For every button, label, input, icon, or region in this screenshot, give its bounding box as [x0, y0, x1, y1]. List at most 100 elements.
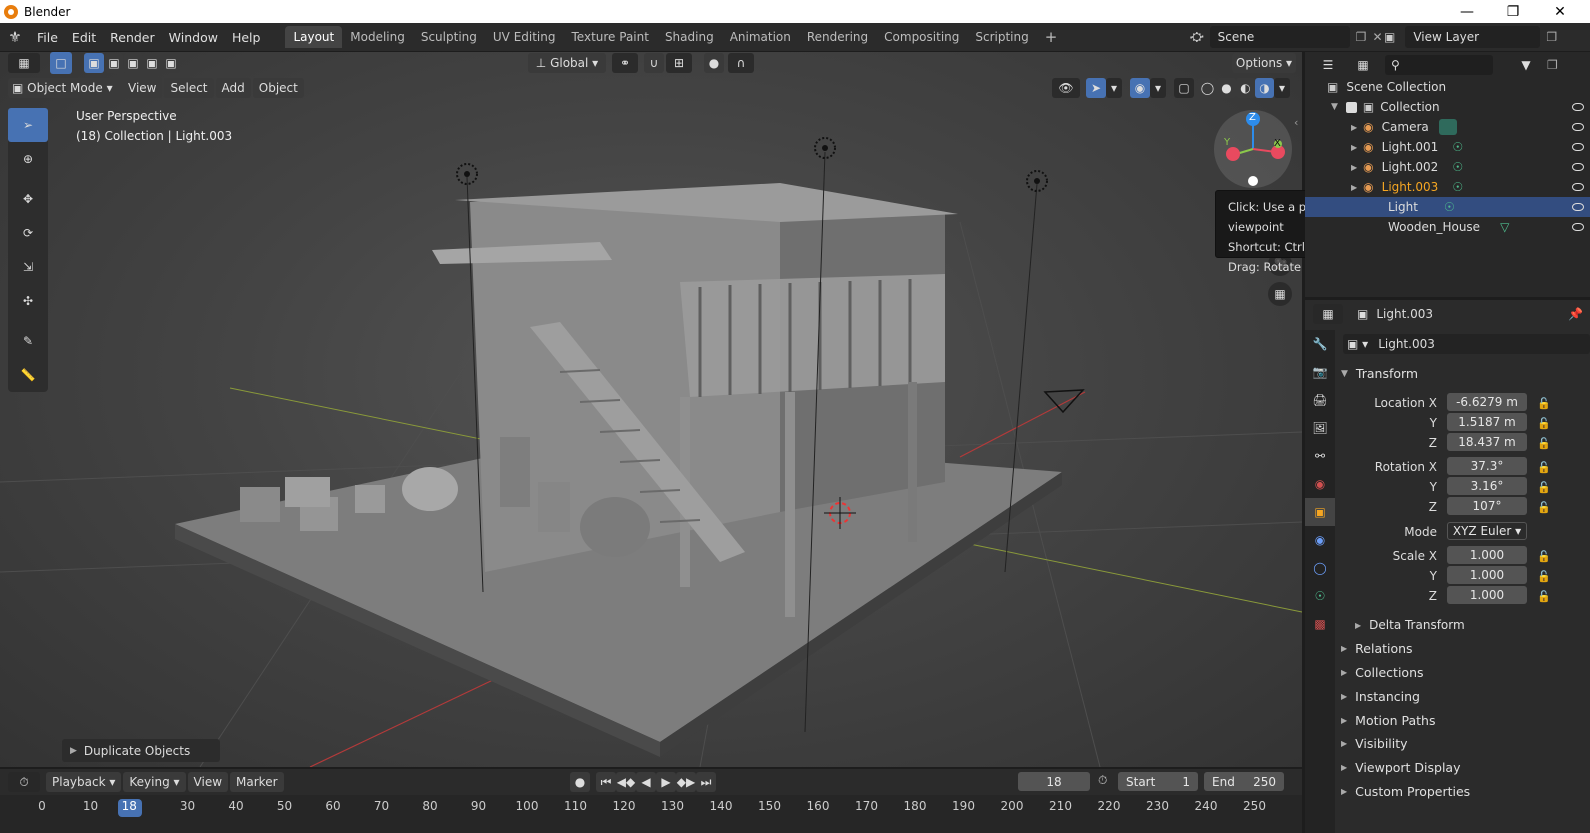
menu-render[interactable]: Render	[103, 30, 162, 45]
rotate-tool-icon[interactable]: ⟳	[8, 216, 48, 250]
menu-file[interactable]: File	[30, 30, 65, 45]
scale-x-field[interactable]: 1.000	[1447, 546, 1527, 564]
menu-playback[interactable]: Playback ▾	[46, 772, 122, 792]
location-z-field[interactable]: 18.437 m	[1447, 433, 1527, 451]
rotation-x-field[interactable]: 37.3°	[1447, 457, 1527, 475]
cursor-tool-icon[interactable]: ⊕	[8, 142, 48, 176]
outliner-item-light-003[interactable]: ▶ ◉ Light.003 ☉	[1305, 177, 1590, 197]
minimize-icon[interactable]: —	[1444, 0, 1490, 23]
mode-subtract-icon[interactable]: ▣	[124, 53, 142, 73]
menu-view[interactable]: View	[122, 78, 163, 98]
panel-instancing[interactable]: ▶ Instancing	[1341, 689, 1420, 704]
tab-uv-editing[interactable]: UV Editing	[485, 26, 564, 48]
lock-icon[interactable]: 🔓	[1537, 567, 1551, 587]
add-workspace-icon[interactable]: +	[1037, 24, 1066, 50]
view-layer-selector[interactable]: ▣ View Layer ❐	[1384, 26, 1557, 48]
jump-start-icon[interactable]: ⏮	[596, 772, 616, 792]
outliner-item-wooden-house[interactable]: Wooden_House ▽	[1305, 217, 1590, 237]
lock-icon[interactable]: 🔓	[1537, 394, 1551, 414]
outliner-item-camera[interactable]: ▶ ◉ Camera	[1305, 117, 1590, 137]
panel-motion-paths[interactable]: ▶ Motion Paths	[1341, 713, 1435, 728]
datablock-field[interactable]: ▣ ▾ Light.003	[1343, 334, 1590, 354]
operator-panel[interactable]: ▶ Duplicate Objects	[62, 739, 220, 762]
expand-chevron-icon[interactable]: ▶	[1351, 163, 1357, 172]
eye-icon[interactable]	[1572, 183, 1584, 191]
play-reverse-icon[interactable]: ◀	[636, 772, 656, 792]
world-tab-icon[interactable]: ◉	[1305, 470, 1335, 498]
location-x-field[interactable]: -6.6279 m	[1447, 393, 1527, 411]
jump-end-icon[interactable]: ⏭	[696, 772, 716, 792]
panel-visibility[interactable]: ▶ Visibility	[1341, 736, 1408, 751]
overlays-icon[interactable]: ◉	[1130, 78, 1150, 98]
menu-edit[interactable]: Edit	[65, 30, 103, 45]
next-keyframe-icon[interactable]: ◆▶	[676, 772, 696, 792]
lock-icon[interactable]: 🔓	[1537, 478, 1551, 498]
eye-icon[interactable]	[1572, 223, 1584, 231]
menu-marker[interactable]: Marker	[230, 772, 284, 792]
visibility-icon[interactable]: 👁	[1052, 78, 1080, 98]
rotation-z-field[interactable]: 107°	[1447, 497, 1527, 515]
menu-timeline-view[interactable]: View	[187, 772, 229, 792]
eye-icon[interactable]	[1572, 163, 1584, 171]
restore-icon[interactable]: ❐	[1490, 0, 1536, 23]
preview-range-icon[interactable]: ⏱	[1098, 773, 1107, 788]
tool-tab-icon[interactable]: 🔧	[1305, 330, 1335, 358]
tab-animation[interactable]: Animation	[722, 26, 799, 48]
navigation-gizmo[interactable]: Z Y X	[1214, 110, 1292, 188]
panel-collections[interactable]: ▶ Collections	[1341, 665, 1424, 680]
play-icon[interactable]: ▶	[656, 772, 676, 792]
select-box-icon[interactable]: □	[50, 52, 72, 74]
transform-tool-icon[interactable]: ✣	[8, 284, 48, 318]
current-frame-field[interactable]: 18	[1018, 772, 1090, 791]
sidebar-toggle-icon[interactable]: ‹	[1294, 116, 1298, 129]
menu-help[interactable]: Help	[225, 30, 268, 45]
tab-shading[interactable]: Shading	[657, 26, 722, 48]
snap-icon[interactable]: ∪	[644, 53, 664, 73]
ortho-toggle-icon[interactable]: ▦	[1268, 282, 1292, 306]
render-tab-icon[interactable]: 📷	[1305, 358, 1335, 386]
output-tab-icon[interactable]: 🖨	[1305, 386, 1335, 414]
tab-layout[interactable]: Layout	[285, 26, 343, 48]
eye-icon[interactable]	[1572, 143, 1584, 151]
tab-modeling[interactable]: Modeling	[342, 26, 413, 48]
close-icon[interactable]: ✕	[1537, 0, 1583, 23]
annotate-tool-icon[interactable]: ✎	[8, 324, 48, 358]
xray-icon[interactable]: ▢	[1174, 78, 1194, 98]
expand-chevron-icon[interactable]: ▶	[1351, 123, 1357, 132]
outliner-search-input[interactable]: ⚲	[1385, 55, 1493, 75]
object-mode-dropdown[interactable]: ▣ Object Mode ▾	[8, 78, 116, 98]
display-mode-icon[interactable]: ▦	[1349, 55, 1377, 75]
shading-dropdown-icon[interactable]: ▾	[1274, 78, 1290, 98]
light-data-icon[interactable]: ☉	[1452, 180, 1463, 194]
scale-y-field[interactable]: 1.000	[1447, 566, 1527, 584]
options-dropdown[interactable]: Options ▾	[1232, 53, 1296, 73]
record-icon[interactable]: ●	[570, 772, 590, 792]
light-data-icon[interactable]: ☉	[1452, 140, 1463, 154]
rendered-shading-icon[interactable]: ◑	[1255, 78, 1274, 98]
select-tool-icon[interactable]: ➢	[8, 108, 48, 142]
texture-tab-icon[interactable]: ▩	[1305, 610, 1335, 638]
modifier-tab-icon[interactable]: ◉	[1305, 526, 1335, 554]
properties-editor-type-icon[interactable]: ▦	[1313, 304, 1343, 324]
timeline-editor-type-icon[interactable]: ⏱	[8, 772, 40, 792]
gizmo-dropdown-icon[interactable]: ▾	[1106, 78, 1122, 98]
menu-add[interactable]: Add	[215, 78, 251, 98]
tab-compositing[interactable]: Compositing	[876, 26, 967, 48]
panel-relations[interactable]: ▶ Relations	[1341, 641, 1413, 656]
exclude-checkbox[interactable]	[1345, 101, 1357, 113]
light-data-icon[interactable]: ☉	[1444, 200, 1455, 214]
lock-icon[interactable]: 🔓	[1537, 414, 1551, 434]
camera-data-icon[interactable]	[1438, 119, 1457, 135]
measure-tool-icon[interactable]: 📏	[8, 358, 48, 392]
menu-select[interactable]: Select	[164, 78, 214, 98]
scene-selector[interactable]: ⛮ Scene ❐ ✕	[1190, 26, 1383, 48]
new-collection-icon[interactable]: ❐	[1547, 58, 1558, 72]
move-tool-icon[interactable]: ✥	[8, 182, 48, 216]
remove-scene-icon[interactable]: ✕	[1372, 30, 1382, 44]
tab-scripting[interactable]: Scripting	[967, 26, 1036, 48]
physics-tab-icon[interactable]: ◯	[1305, 554, 1335, 582]
solid-shading-icon[interactable]: ●	[1217, 78, 1236, 98]
falloff-icon[interactable]: ∩	[728, 53, 754, 73]
scene-tab-icon[interactable]: ⚯	[1305, 442, 1335, 470]
mode-new-icon[interactable]: ▣	[84, 53, 104, 73]
